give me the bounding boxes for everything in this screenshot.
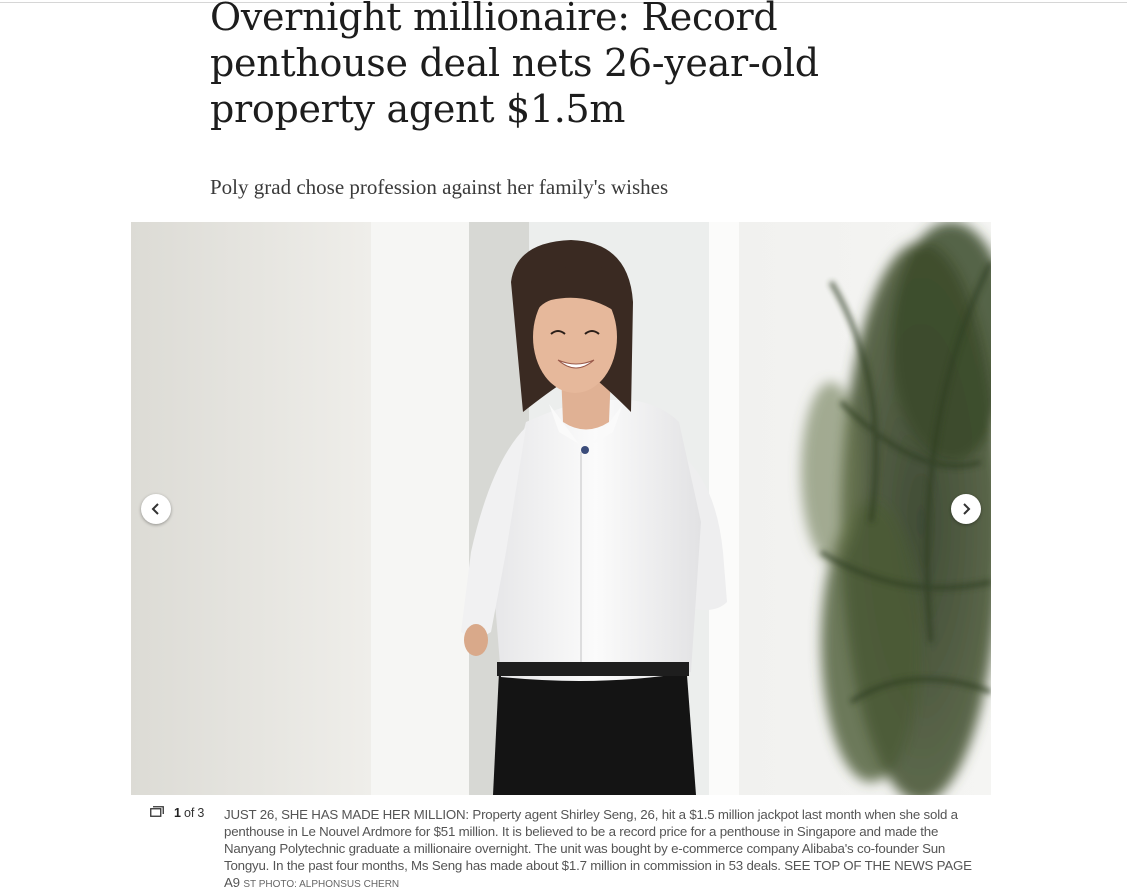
- gallery-photo: [131, 222, 991, 795]
- gallery-prev-button[interactable]: [141, 494, 171, 524]
- article-standfirst: Poly grad chose profession against her f…: [210, 175, 669, 199]
- gallery-next-button[interactable]: [951, 494, 981, 524]
- chevron-right-icon: [963, 503, 971, 515]
- caption-text: JUST 26, SHE HAS MADE HER MILLION: Prope…: [224, 807, 972, 889]
- article-headline: Overnight millionaire: Record penthouse …: [210, 0, 819, 131]
- chevron-left-icon: [151, 503, 159, 515]
- photo-credit: ST PHOTO: ALPHONSUS CHERN: [243, 879, 400, 889]
- gallery-total: 3: [197, 806, 205, 820]
- gallery-counter: 1 of 3: [150, 806, 204, 820]
- photo-caption: JUST 26, SHE HAS MADE HER MILLION: Prope…: [224, 806, 984, 889]
- gallery-icon: [150, 806, 164, 820]
- gallery-of-label: of: [183, 806, 195, 820]
- gallery-current-index: 1: [174, 806, 181, 820]
